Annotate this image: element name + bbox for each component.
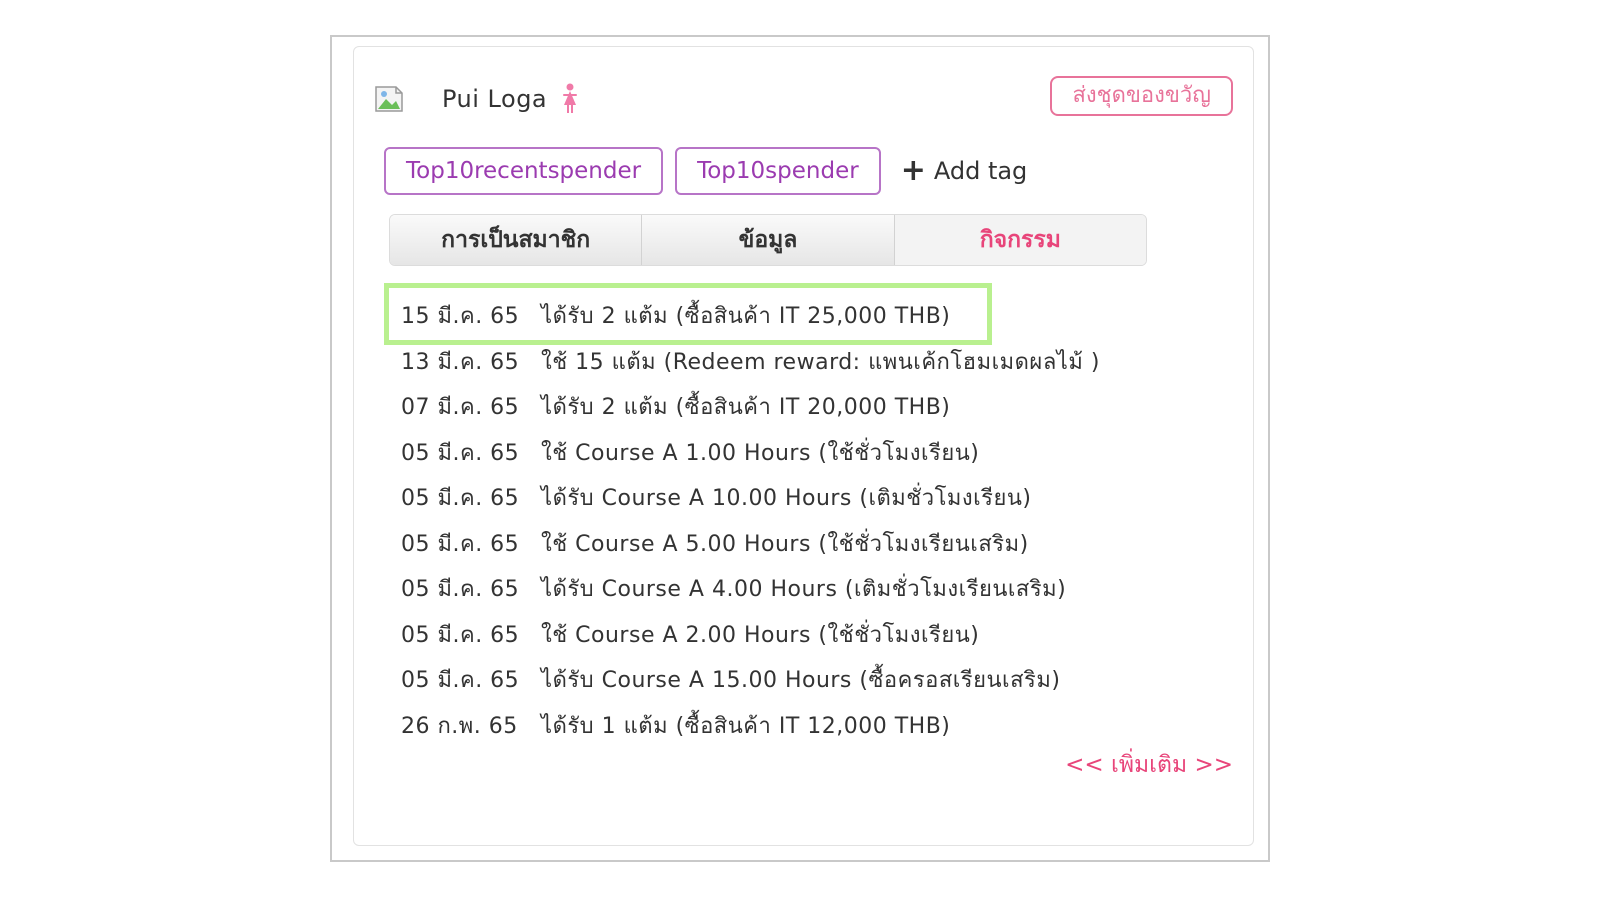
add-tag-button[interactable]: + Add tag — [901, 156, 1028, 186]
member-card: Pui Loga ส่งชุดของขวัญ Top10recentspende… — [353, 46, 1254, 846]
activity-date: 15 มี.ค. 65 — [401, 304, 520, 330]
list-item: 05 มี.ค. 65 ได้รับ Course A 15.00 Hours … — [401, 657, 1100, 703]
female-icon — [561, 83, 579, 115]
activity-date: 05 มี.ค. 65 — [401, 486, 520, 512]
activity-date: 05 มี.ค. 65 — [401, 577, 520, 603]
activity-description: ใช้ Course A 2.00 Hours (ใช้ชั่วโมงเรียน… — [541, 622, 980, 648]
more-link[interactable]: << เพิ่มเติม >> — [1065, 747, 1233, 783]
activity-date: 07 มี.ค. 65 — [401, 395, 520, 421]
list-item: 15 มี.ค. 65 ได้รับ 2 แต้ม (ซื้อสินค้า IT… — [401, 293, 1100, 339]
list-item: 05 มี.ค. 65 ได้รับ Course A 4.00 Hours (… — [401, 566, 1100, 612]
activity-description: ได้รับ Course A 15.00 Hours (ซื้อครอสเรี… — [541, 668, 1061, 694]
send-gift-button[interactable]: ส่งชุดของขวัญ — [1050, 76, 1233, 116]
list-item: 05 มี.ค. 65 ใช้ Course A 1.00 Hours (ใช้… — [401, 430, 1100, 476]
activity-description: ใช้ Course A 1.00 Hours (ใช้ชั่วโมงเรียน… — [541, 440, 980, 466]
activity-date: 13 มี.ค. 65 — [401, 349, 520, 375]
list-item: 13 มี.ค. 65 ใช้ 15 แต้ม (Redeem reward: … — [401, 339, 1100, 385]
activity-date: 26 ก.พ. 65 — [401, 713, 518, 739]
activity-date: 05 มี.ค. 65 — [401, 531, 520, 557]
plus-icon: + — [900, 153, 926, 188]
activity-description: ได้รับ 1 แต้ม (ซื้อสินค้า IT 12,000 THB) — [541, 713, 951, 739]
activity-description: ได้รับ Course A 4.00 Hours (เติมชั่วโมงเ… — [541, 577, 1067, 603]
tab-info[interactable]: ข้อมูล — [642, 215, 895, 265]
tab-bar: การเป็นสมาชิก ข้อมูล กิจกรรม — [389, 214, 1147, 266]
outer-frame: Pui Loga ส่งชุดของขวัญ Top10recentspende… — [330, 35, 1270, 862]
list-item: 26 ก.พ. 65 ได้รับ 1 แต้ม (ซื้อสินค้า IT … — [401, 703, 1100, 749]
list-item: 05 มี.ค. 65 ได้รับ Course A 10.00 Hours … — [401, 475, 1100, 521]
tag-top10recentspender[interactable]: Top10recentspender — [384, 147, 664, 195]
list-item: 07 มี.ค. 65 ได้รับ 2 แต้ม (ซื้อสินค้า IT… — [401, 384, 1100, 430]
activity-description: ได้รับ Course A 10.00 Hours (เติมชั่วโมง… — [541, 486, 1032, 512]
tab-activity[interactable]: กิจกรรม — [894, 215, 1146, 265]
add-tag-label: Add tag — [933, 157, 1028, 185]
activity-description: ใช้ 15 แต้ม (Redeem reward: แพนเค้กโฮมเม… — [541, 349, 1100, 375]
tags-row: Top10recentspender Top10spender + Add ta… — [384, 147, 1027, 195]
activity-date: 05 มี.ค. 65 — [401, 440, 520, 466]
activity-date: 05 มี.ค. 65 — [401, 622, 520, 648]
tab-membership[interactable]: การเป็นสมาชิก — [390, 215, 643, 265]
user-name: Pui Loga — [442, 85, 548, 113]
list-item: 05 มี.ค. 65 ใช้ Course A 5.00 Hours (ใช้… — [401, 521, 1100, 567]
activity-description: ได้รับ 2 แต้ม (ซื้อสินค้า IT 20,000 THB) — [541, 395, 951, 421]
broken-image-icon — [374, 83, 406, 115]
activity-list: 15 มี.ค. 65 ได้รับ 2 แต้ม (ซื้อสินค้า IT… — [401, 293, 1100, 748]
activity-description: ได้รับ 2 แต้ม (ซื้อสินค้า IT 25,000 THB) — [541, 304, 951, 330]
list-item: 05 มี.ค. 65 ใช้ Course A 2.00 Hours (ใช้… — [401, 612, 1100, 658]
activity-date: 05 มี.ค. 65 — [401, 668, 520, 694]
profile-header: Pui Loga — [374, 83, 579, 115]
activity-description: ใช้ Course A 5.00 Hours (ใช้ชั่วโมงเรียน… — [541, 531, 1029, 557]
tag-top10spender[interactable]: Top10spender — [675, 147, 881, 195]
